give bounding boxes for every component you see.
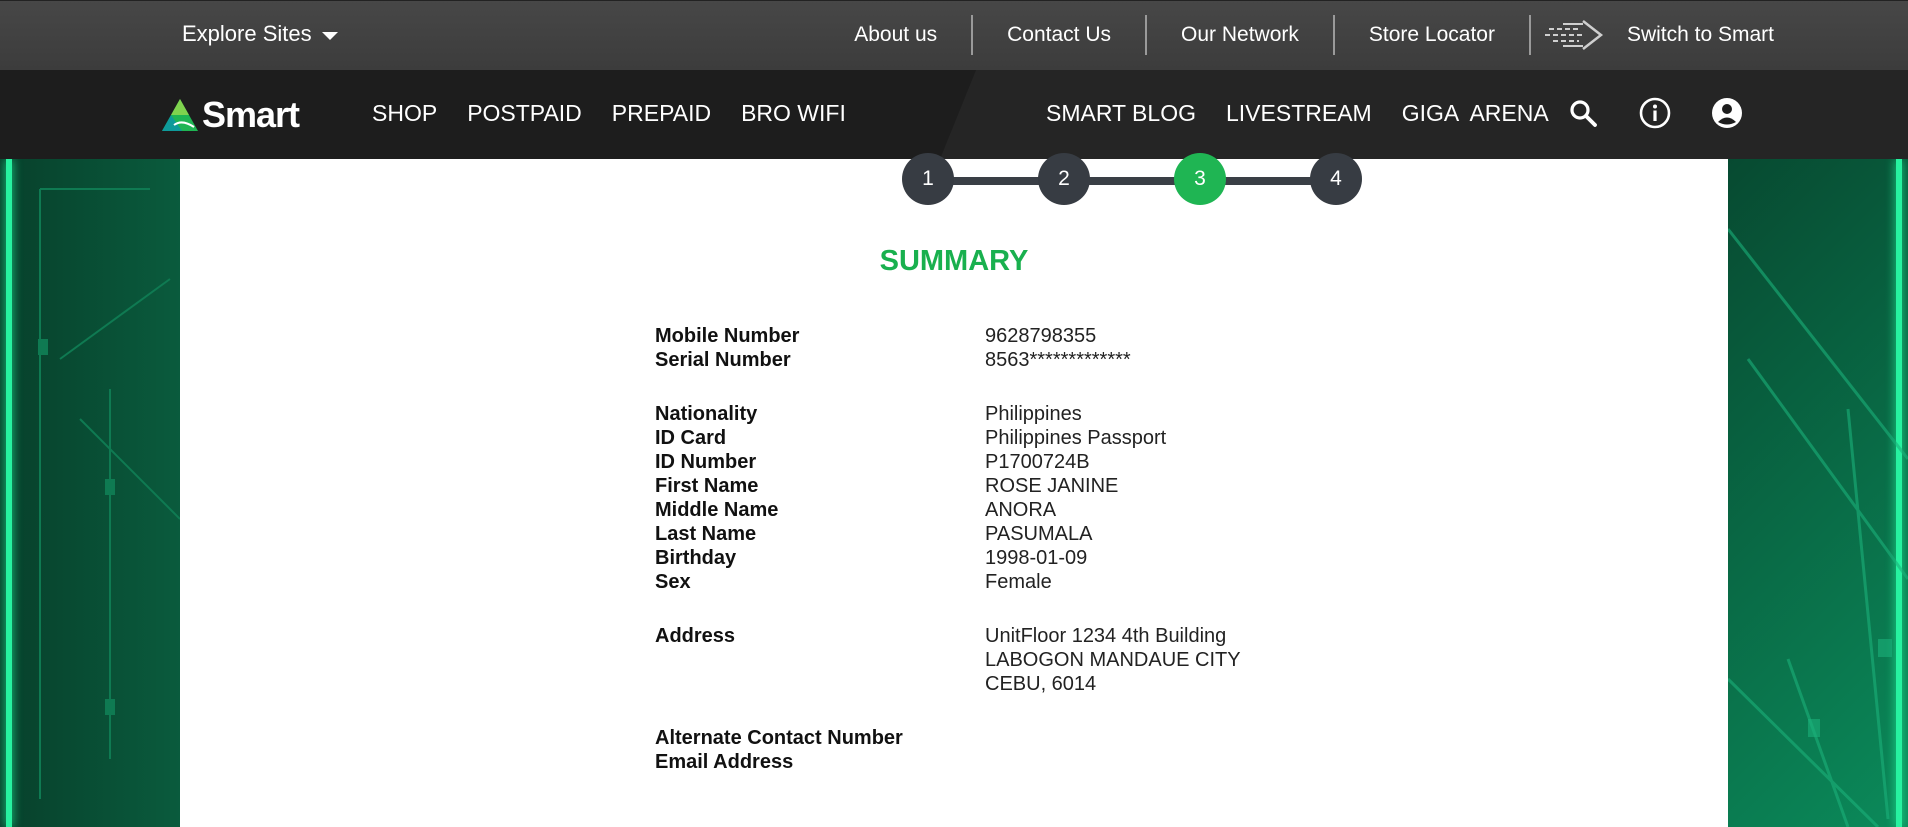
progress-stepper: 1 2 3 4: [902, 153, 1366, 209]
right-decor-panel: [1728, 159, 1908, 827]
nationality-value: Philippines: [985, 403, 1082, 425]
serial-number-value: 8563*************: [985, 349, 1131, 371]
alternate-contact-label: Alternate Contact Number: [655, 727, 903, 749]
first-name-value: ROSE JANINE: [985, 475, 1119, 497]
address-label: Address: [655, 625, 736, 647]
nav-smart-blog[interactable]: SMART BLOG: [1046, 100, 1196, 127]
email-address-row: Email Address: [655, 750, 1241, 774]
middle-name-label: Middle Name: [655, 499, 779, 521]
explore-sites-label: Explore Sites: [182, 21, 312, 46]
id-number-row: ID Number P1700724B: [655, 450, 1241, 474]
summary-title: SUMMARY: [879, 245, 1029, 277]
serial-number-row: Serial Number 8563*************: [655, 348, 1241, 372]
first-name-label: First Name: [655, 475, 759, 497]
birthday-label: Birthday: [655, 547, 737, 569]
birthday-value: 1998-01-09: [985, 547, 1088, 569]
step-1[interactable]: 1: [902, 153, 954, 205]
switch-arrow-icon: [1544, 20, 1603, 50]
summary-details: Mobile Number 9628798355 Serial Number 8…: [655, 324, 1241, 774]
step-4[interactable]: 4: [1310, 153, 1362, 205]
switch-to-smart-label: Switch to Smart: [1626, 23, 1774, 46]
sex-label: Sex: [655, 571, 691, 593]
store-locator-link[interactable]: Store Locator: [1335, 15, 1531, 55]
nav-shop[interactable]: SHOP: [372, 100, 437, 127]
nav-left-group: SHOP POSTPAID PREPAID BRO WIFI: [372, 100, 846, 127]
middle-name-row: Middle Name ANORA: [655, 498, 1241, 522]
about-us-link[interactable]: About us: [854, 15, 974, 55]
nav-postpaid[interactable]: POSTPAID: [467, 100, 582, 127]
id-card-value: Philippines Passport: [985, 427, 1167, 449]
id-number-value: P1700724B: [985, 451, 1090, 473]
id-number-label: ID Number: [655, 451, 757, 473]
contact-us-link[interactable]: Contact Us: [973, 15, 1148, 55]
address-row: Address UnitFloor 1234 4th Building LABO…: [655, 624, 1241, 696]
mobile-number-value: 9628798355: [985, 325, 1097, 347]
sex-value: Female: [985, 571, 1052, 593]
summary-card: 1 2 3 4 SUMMARY Mobile Number 9628798355…: [180, 153, 1728, 827]
address-line-2: LABOGON MANDAUE CITY: [985, 649, 1241, 671]
mobile-number-row: Mobile Number 9628798355: [655, 324, 1241, 348]
id-card-row: ID Card Philippines Passport: [655, 426, 1241, 450]
our-network-link[interactable]: Our Network: [1147, 15, 1335, 55]
serial-number-label: Serial Number: [655, 349, 791, 371]
mobile-number-label: Mobile Number: [655, 325, 800, 347]
last-name-label: Last Name: [655, 523, 757, 545]
last-name-value: PASUMALA: [985, 523, 1093, 545]
right-circuit-pattern: [1728, 228, 1908, 827]
nav-livestream[interactable]: LIVESTREAM: [1226, 100, 1372, 127]
smart-logo[interactable]: Smart: [160, 94, 300, 136]
email-address-label: Email Address: [655, 751, 794, 773]
left-decor-panel: [0, 159, 180, 827]
info-icon[interactable]: [1638, 96, 1672, 130]
explore-sites-dropdown[interactable]: Explore Sites: [182, 21, 338, 47]
caret-down-icon: [321, 31, 338, 40]
address-line-1: UnitFloor 1234 4th Building: [985, 625, 1227, 647]
nav-giga-arena[interactable]: GIGA ARENA: [1402, 100, 1549, 127]
step-3-active[interactable]: 3: [1174, 153, 1226, 205]
nationality-label: Nationality: [655, 403, 758, 425]
first-name-row: First Name ROSE JANINE: [655, 474, 1241, 498]
sex-row: Sex Female: [655, 570, 1241, 594]
utility-bar: Explore Sites About us Contact Us Our Ne…: [0, 0, 1908, 70]
utility-links: About us Contact Us Our Network Store Lo…: [854, 15, 1774, 55]
stepper-track: [928, 177, 1340, 185]
nationality-row: Nationality Philippines: [655, 402, 1241, 426]
step-2[interactable]: 2: [1038, 153, 1090, 205]
smart-logo-text: Smart: [202, 94, 300, 135]
birthday-row: Birthday 1998-01-09: [655, 546, 1241, 570]
switch-to-smart-link[interactable]: Switch to Smart: [1531, 15, 1774, 55]
last-name-row: Last Name PASUMALA: [655, 522, 1241, 546]
account-icon[interactable]: [1710, 96, 1744, 130]
id-card-label: ID Card: [655, 427, 727, 449]
address-line-3: CEBU, 6014: [985, 673, 1097, 695]
nav-icon-group: [1566, 96, 1744, 130]
alternate-contact-row: Alternate Contact Number: [655, 726, 1241, 750]
nav-right-group: SMART BLOG LIVESTREAM GIGA ARENA: [1046, 100, 1549, 127]
search-icon[interactable]: [1566, 96, 1600, 130]
address-value: UnitFloor 1234 4th Building LABOGON MAND…: [985, 624, 1241, 696]
middle-name-value: ANORA: [985, 499, 1057, 521]
smart-logo-icon: [162, 99, 198, 131]
nav-bro-wifi[interactable]: BRO WIFI: [741, 100, 846, 127]
left-circuit-pattern: [38, 188, 180, 799]
nav-prepaid[interactable]: PREPAID: [612, 100, 711, 127]
